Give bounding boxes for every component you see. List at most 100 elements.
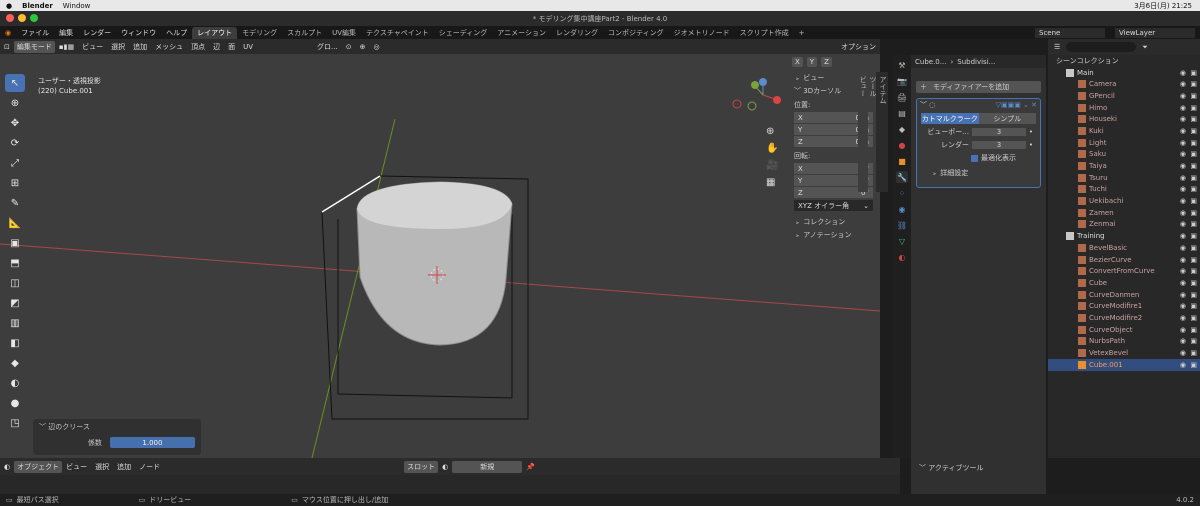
- display-mode-icon[interactable]: ☰: [1054, 43, 1060, 51]
- menu-uv[interactable]: UV: [243, 43, 253, 51]
- visibility-eye-icon[interactable]: ◉: [1180, 349, 1186, 357]
- editor-type-icon[interactable]: ◐: [4, 463, 10, 471]
- camera-icon[interactable]: 🎥: [766, 160, 778, 171]
- render-camera-icon[interactable]: ▣: [1190, 279, 1197, 287]
- apple-icon[interactable]: ●: [6, 2, 12, 10]
- outliner-object-row[interactable]: NurbsPath ◉ ▣: [1048, 336, 1200, 348]
- grid-toggle-icon[interactable]: ▦: [766, 177, 778, 188]
- outliner-object-row[interactable]: CurveDanmen ◉ ▣: [1048, 289, 1200, 301]
- extrude-icon[interactable]: ⬒: [5, 254, 25, 272]
- cursor-icon[interactable]: ⊕: [5, 94, 25, 112]
- close-window-button[interactable]: [6, 14, 14, 22]
- tab-shading[interactable]: シェーディング: [434, 27, 493, 39]
- mirror-z[interactable]: Z: [821, 57, 832, 67]
- object-breadcrumb[interactable]: Cube.0...: [915, 58, 946, 66]
- render-camera-icon[interactable]: ▣: [1190, 115, 1197, 123]
- zoom-window-button[interactable]: [30, 14, 38, 22]
- catmull-clark-tab[interactable]: カトマルクラーク: [921, 113, 979, 124]
- outliner-object-row[interactable]: Light ◉ ▣: [1048, 137, 1200, 149]
- optimal-display-checkbox[interactable]: 最適化表示: [971, 153, 1036, 163]
- visibility-eye-icon[interactable]: ◉: [1180, 232, 1186, 240]
- render-tab-icon[interactable]: 📷: [896, 75, 908, 87]
- checkbox-checked-icon[interactable]: [971, 154, 978, 162]
- collapse-icon[interactable]: ﹀ ◌: [920, 100, 935, 110]
- visibility-eye-icon[interactable]: ◉: [1180, 92, 1186, 100]
- blender-logo-icon[interactable]: ◉: [5, 29, 11, 37]
- scale-icon[interactable]: ⤢: [5, 154, 25, 172]
- visibility-eye-icon[interactable]: ◉: [1180, 69, 1186, 77]
- node-editor-area[interactable]: [0, 475, 900, 494]
- scene-collection-row[interactable]: シーンコレクション: [1048, 55, 1200, 67]
- object-tab-icon[interactable]: ■: [896, 155, 908, 167]
- menu-vertex[interactable]: 頂点: [191, 42, 205, 52]
- outliner-object-row[interactable]: Taiya ◉ ▣: [1048, 160, 1200, 172]
- bevel-icon[interactable]: ◩: [5, 294, 25, 312]
- npanel-annotation-header[interactable]: ﹥ アノテーション: [794, 229, 873, 240]
- render-camera-icon[interactable]: ▣: [1190, 256, 1197, 264]
- visibility-eye-icon[interactable]: ◉: [1180, 220, 1186, 228]
- outliner-object-row[interactable]: BevelBasic ◉ ▣: [1048, 242, 1200, 254]
- render-camera-icon[interactable]: ▣: [1190, 291, 1197, 299]
- menu-add[interactable]: 追加: [117, 462, 131, 472]
- tool-tab-icon[interactable]: ⚒: [896, 59, 908, 71]
- tab-animation[interactable]: アニメーション: [492, 27, 551, 39]
- menu-select[interactable]: 選択: [111, 42, 125, 52]
- add-workspace-button[interactable]: +: [794, 28, 810, 38]
- new-material-button[interactable]: 新規: [452, 460, 523, 473]
- menu-node[interactable]: ノード: [139, 462, 160, 472]
- rotation-mode-dropdown[interactable]: XYZ オイラー角 ⌄: [794, 200, 873, 211]
- measure-icon[interactable]: 📐: [5, 214, 25, 232]
- advanced-section[interactable]: ﹥ 詳細設定: [917, 166, 1040, 180]
- npanel-collection-header[interactable]: ﹥ コレクション: [794, 216, 873, 227]
- filter-icon[interactable]: ⏷: [1142, 43, 1148, 52]
- add-cube-icon[interactable]: ▣: [5, 234, 25, 252]
- outliner-object-row[interactable]: CurveModifire2 ◉ ▣: [1048, 312, 1200, 324]
- poly-build-icon[interactable]: ◆: [5, 354, 25, 372]
- outliner-object-row[interactable]: Tsuru ◉ ▣: [1048, 172, 1200, 184]
- tab-uv[interactable]: UV編集: [327, 27, 361, 39]
- visibility-eye-icon[interactable]: ◉: [1180, 150, 1186, 158]
- tab-rendering[interactable]: レンダリング: [551, 27, 603, 39]
- scene-selector[interactable]: Scene: [1035, 27, 1105, 38]
- tab-item[interactable]: アイテム: [878, 72, 888, 192]
- tab-scripting[interactable]: スクリプト作成: [735, 27, 794, 39]
- pin-icon[interactable]: 📌: [526, 463, 535, 471]
- snap-icon[interactable]: ⊕: [360, 43, 366, 51]
- render-camera-icon[interactable]: ▣: [1190, 314, 1197, 322]
- visibility-eye-icon[interactable]: ◉: [1180, 267, 1186, 275]
- outliner-object-row[interactable]: ConvertFromCurve ◉ ▣: [1048, 265, 1200, 277]
- visibility-eye-icon[interactable]: ◉: [1180, 139, 1186, 147]
- outliner-object-row[interactable]: Saku ◉ ▣: [1048, 149, 1200, 161]
- render-camera-icon[interactable]: ▣: [1190, 209, 1197, 217]
- render-camera-icon[interactable]: ▣: [1190, 220, 1197, 228]
- zoom-icon[interactable]: ⊕: [766, 126, 778, 137]
- tab-sculpt[interactable]: スカルプト: [282, 27, 327, 39]
- visibility-eye-icon[interactable]: ◉: [1180, 197, 1186, 205]
- outliner-object-row[interactable]: BezierCurve ◉ ▣: [1048, 254, 1200, 266]
- visibility-eye-icon[interactable]: ◉: [1180, 314, 1186, 322]
- tab-compositing[interactable]: コンポジティング: [603, 27, 669, 39]
- visibility-eye-icon[interactable]: ◉: [1180, 361, 1186, 369]
- visibility-eye-icon[interactable]: ◉: [1180, 185, 1186, 193]
- outliner-object-row[interactable]: Zenmai ◉ ▣: [1048, 219, 1200, 231]
- tab-modeling[interactable]: モデリング: [237, 27, 282, 39]
- render-camera-icon[interactable]: ▣: [1190, 197, 1197, 205]
- select-mode-vertex-icon[interactable]: ▪▮▦: [59, 43, 74, 51]
- render-camera-icon[interactable]: ▣: [1190, 139, 1197, 147]
- render-camera-icon[interactable]: ▣: [1190, 302, 1197, 310]
- visibility-eye-icon[interactable]: ◉: [1180, 174, 1186, 182]
- render-camera-icon[interactable]: ▣: [1190, 267, 1197, 275]
- visibility-eye-icon[interactable]: ◉: [1180, 302, 1186, 310]
- tab-layout[interactable]: レイアウト: [192, 26, 238, 39]
- knife-icon[interactable]: ◧: [5, 334, 25, 352]
- data-tab-icon[interactable]: ▽: [896, 235, 908, 247]
- output-tab-icon[interactable]: 🖨: [896, 91, 908, 103]
- modifier-breadcrumb[interactable]: Subdivisi...: [957, 58, 995, 66]
- view-layer-selector[interactable]: ViewLayer: [1115, 27, 1195, 38]
- render-camera-icon[interactable]: ▣: [1190, 80, 1197, 88]
- visibility-eye-icon[interactable]: ◉: [1180, 162, 1186, 170]
- menu-edit[interactable]: 編集: [59, 28, 73, 38]
- active-tool-header[interactable]: ﹀ アクティブツール: [911, 458, 1046, 478]
- outliner-collection-row[interactable]: Main ◉ ▣: [1048, 67, 1200, 79]
- outliner-object-row[interactable]: Himo ◉ ▣: [1048, 102, 1200, 114]
